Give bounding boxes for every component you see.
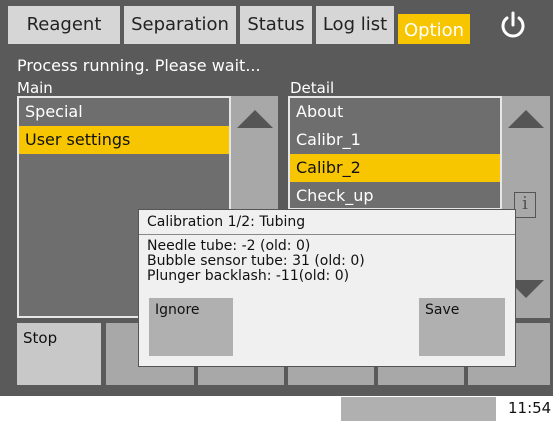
detail-item-check-up[interactable]: Check_up [290, 182, 500, 208]
dialog-title: Calibration 1/2: Tubing [139, 210, 515, 235]
save-button[interactable]: Save [419, 298, 505, 356]
save-button-label: Save [425, 302, 460, 318]
main-item-special[interactable]: Special [19, 98, 229, 126]
screen: Reagent Separation Status Log list Optio… [0, 0, 553, 396]
detail-item-calibr-2[interactable]: Calibr_2 [290, 154, 500, 182]
footer-progress-area [341, 397, 496, 421]
dialog-line-plunger-backlash: Plunger backlash: -11(old: 0) [147, 268, 350, 284]
detail-item-about[interactable]: About [290, 98, 500, 126]
tab-log-list[interactable]: Log list [316, 6, 394, 44]
power-button[interactable] [496, 8, 530, 42]
main-item-user-settings[interactable]: User settings [19, 126, 229, 154]
calibration-dialog: Calibration 1/2: Tubing Needle tube: -2 … [138, 209, 516, 367]
stop-button-label: Stop [23, 329, 58, 347]
tab-reagent[interactable]: Reagent [8, 6, 120, 44]
footer-bar: 11:54 [0, 396, 553, 422]
main-list-label: Main [17, 79, 53, 97]
dialog-line-bubble-sensor-tube: Bubble sensor tube: 31 (old: 0) [147, 253, 365, 269]
clock: 11:54 [508, 399, 552, 417]
stop-button[interactable]: Stop [17, 323, 101, 385]
tab-option[interactable]: Option [398, 14, 470, 44]
dialog-line-needle-tube: Needle tube: -2 (old: 0) [147, 238, 311, 254]
detail-list-label: Detail [290, 79, 335, 97]
scroll-up-icon[interactable] [236, 110, 273, 128]
detail-list: About Calibr_1 Calibr_2 Check_up [288, 96, 502, 210]
detail-item-calibr-1[interactable]: Calibr_1 [290, 126, 500, 154]
ignore-button-label: Ignore [155, 302, 200, 318]
tab-status[interactable]: Status [240, 6, 312, 44]
scroll-up-icon[interactable] [508, 110, 544, 128]
info-icon[interactable]: i [514, 192, 536, 218]
power-icon [501, 11, 525, 38]
status-text: Process running. Please wait... [17, 56, 261, 75]
ignore-button[interactable]: Ignore [149, 298, 233, 356]
tab-separation[interactable]: Separation [124, 6, 236, 44]
